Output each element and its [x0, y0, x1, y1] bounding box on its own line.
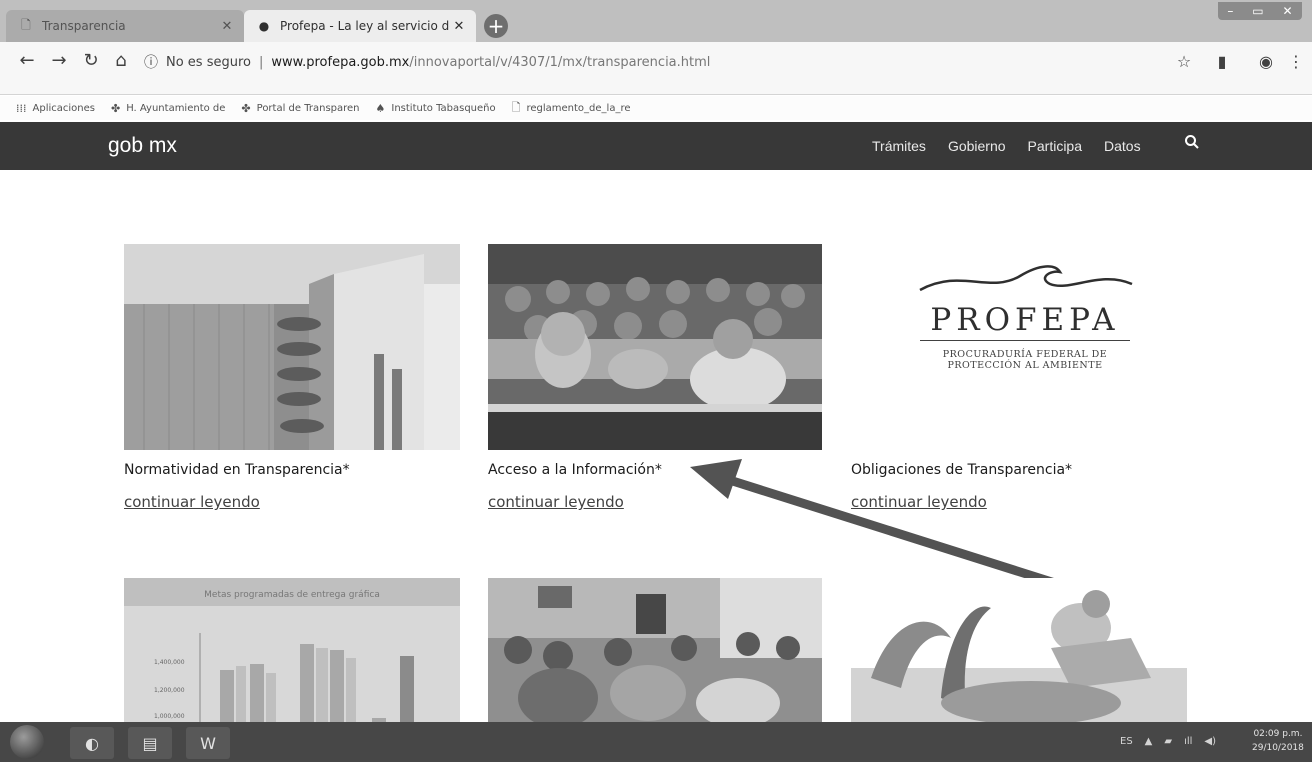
nav-datos[interactable]: Datos	[1104, 138, 1141, 154]
bookmarks-bar: ⁞⁞⁞ Aplicaciones ✤ H. Ayuntamiento de ✤ Por…	[0, 96, 1312, 120]
main-nav: Trámites Gobierno Participa Datos	[872, 138, 1141, 154]
chart-thumb-tick: 1,000,000	[154, 713, 185, 720]
language-indicator[interactable]: ES	[1120, 736, 1133, 747]
card-title[interactable]: Normatividad en Transparencia*	[124, 462, 350, 478]
system-tray: ES ▲ ▰ ıll ◀)	[1120, 736, 1216, 747]
site-icon: ✤	[241, 101, 251, 115]
extension-icon[interactable]: ▮	[1210, 50, 1234, 74]
document-icon: 🗋	[21, 17, 31, 32]
acceso-informacion-image[interactable]	[488, 244, 822, 450]
file-explorer-taskbar-icon[interactable]: ▤	[128, 727, 172, 759]
environment-photo-image[interactable]	[851, 578, 1187, 724]
window-controls[interactable]: – ▭ ✕	[1218, 2, 1302, 20]
chart-thumb-tick: 1,400,000	[154, 659, 185, 666]
menu-icon[interactable]: ⋮	[1288, 50, 1304, 74]
tab-transparencia[interactable]: 🗋 Transparencia ✕	[6, 10, 244, 42]
tray-expand-icon[interactable]: ▲	[1145, 736, 1153, 747]
profepa-logo[interactable]: PROFEPA PROCURADURÍA FEDERAL DE PROTECCI…	[900, 258, 1150, 418]
nav-tramites[interactable]: Trámites	[872, 138, 926, 154]
chart-thumb-tick: 1,200,000	[154, 687, 185, 694]
chrome-taskbar-icon[interactable]: ◐	[70, 727, 114, 759]
metas-chart-image[interactable]: Metas programadas de entrega gráfica 1,4…	[124, 578, 460, 724]
close-tab-icon[interactable]: ✕	[218, 19, 236, 34]
bookmark-reglamento[interactable]: 🗋 reglamento_de_la_re	[512, 99, 631, 118]
bookmark-label: Instituto Tabasqueño	[391, 102, 496, 114]
tab-title: Transparencia	[42, 19, 126, 33]
back-icon[interactable]: ←	[14, 48, 40, 74]
profepa-subtitle-2: PROTECCIÓN AL AMBIENTE	[947, 360, 1103, 371]
profile-icon[interactable]: ◉	[1254, 50, 1278, 74]
pointer-arrow-annotation	[690, 459, 1057, 588]
info-icon[interactable]: ⓘ	[144, 52, 158, 72]
card-title[interactable]: Acceso a la Información*	[488, 462, 662, 478]
url-host: www.profepa.gob.mx	[271, 54, 410, 70]
clock-date: 29/10/2018	[1252, 743, 1304, 753]
normatividad-image[interactable]	[124, 244, 460, 450]
star-icon[interactable]: ☆	[1172, 50, 1196, 74]
url-path: /innovaportal/v/4307/1/mx/transparencia.…	[409, 54, 711, 70]
bookmark-instituto[interactable]: ♠ Instituto Tabasqueño	[376, 102, 496, 115]
tab-title: Profepa - La ley al servicio de la ·	[280, 19, 450, 33]
clock-time: 02:09 p.m.	[1253, 729, 1303, 739]
reload-icon[interactable]: ↻	[78, 48, 104, 74]
continuar-leyendo-link[interactable]: continuar leyendo	[488, 493, 624, 511]
home-icon[interactable]: ⌂	[108, 48, 134, 74]
profepa-subtitle-1: PROCURADURÍA FEDERAL DE	[942, 349, 1108, 360]
close-window-icon[interactable]: ✕	[1282, 4, 1292, 18]
chart-thumb-title: Metas programadas de entrega gráfica	[204, 590, 380, 600]
word-taskbar-icon[interactable]: W	[186, 727, 230, 759]
minimize-icon[interactable]: –	[1227, 4, 1233, 18]
site-icon: ✤	[110, 101, 121, 115]
profepa-favicon: ●	[258, 19, 270, 33]
bookmark-label: Portal de Transparen	[256, 102, 360, 114]
document-icon: 🗋	[511, 100, 521, 114]
bookmark-label: reglamento_de_la_re	[526, 102, 631, 114]
meeting-photo-image[interactable]	[488, 578, 822, 724]
forward-icon[interactable]: →	[46, 48, 72, 74]
bookmark-ayuntamiento[interactable]: ✤ H. Ayuntamiento de	[111, 102, 225, 115]
volume-icon[interactable]: ◀)	[1204, 736, 1216, 747]
tab-profepa[interactable]: ● Profepa - La ley al servicio de la · ✕	[244, 10, 476, 42]
maximize-icon[interactable]: ▭	[1252, 4, 1263, 18]
profepa-wordmark: PROFEPA	[930, 302, 1120, 338]
clock[interactable]: 02:09 p.m. 29/10/2018	[1252, 727, 1304, 755]
bookmark-apps[interactable]: ⁞⁞⁞ Aplicaciones	[16, 102, 95, 115]
close-tab-icon[interactable]: ✕	[450, 19, 468, 34]
address-bar[interactable]: ⓘ No es seguro | www.profepa.gob.mx/inno…	[144, 47, 1154, 77]
continuar-leyendo-link[interactable]: continuar leyendo	[124, 493, 260, 511]
gobmx-logo[interactable]: gob mx	[108, 134, 177, 158]
signal-icon[interactable]: ıll	[1184, 736, 1192, 747]
nav-gobierno[interactable]: Gobierno	[948, 138, 1006, 154]
search-icon[interactable]	[1184, 134, 1200, 154]
nav-participa[interactable]: Participa	[1028, 138, 1082, 154]
network-icon[interactable]: ▰	[1164, 736, 1172, 747]
new-tab-button[interactable]: +	[484, 14, 508, 38]
apps-grid-icon: ⁞⁞⁞	[16, 101, 27, 115]
bookmark-portal-transparencia[interactable]: ✤ Portal de Transparen	[241, 102, 359, 115]
address-separator: |	[259, 54, 264, 70]
bookmark-label: Aplicaciones	[32, 102, 95, 114]
start-button[interactable]	[10, 725, 44, 759]
site-icon: ♠	[375, 101, 386, 115]
security-label: No es seguro	[166, 54, 251, 70]
bookmark-label: H. Ayuntamiento de	[126, 102, 226, 114]
